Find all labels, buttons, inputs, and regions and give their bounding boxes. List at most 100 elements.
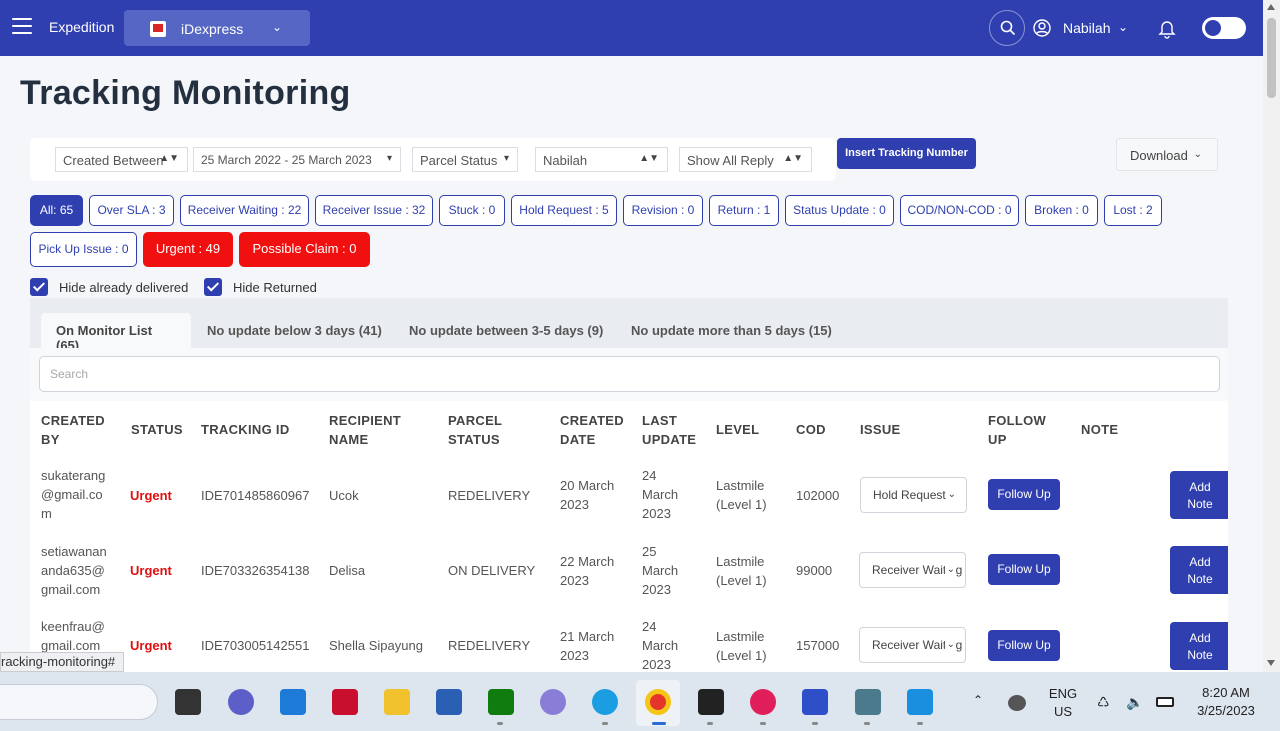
add-note-button[interactable]: Add Note [1170,471,1228,519]
hide-delivered-checkbox[interactable] [30,278,48,296]
chip-all[interactable]: All: 65 [30,195,83,226]
lang-text: ENG [1048,686,1078,701]
bell-icon[interactable] [1158,19,1176,39]
courier-select[interactable]: iDexpress ⌄ [124,10,310,46]
chip-possible-claim[interactable]: Possible Claim : 0 [239,232,370,267]
cell-parcel-status: REDELIVERY [448,488,531,503]
header-text: DATE [560,432,596,447]
col-level[interactable]: LEVEL [716,420,759,439]
task-view-icon[interactable] [175,689,201,715]
theme-toggle[interactable] [1202,17,1246,39]
scroll-thumb[interactable] [1267,18,1276,98]
insert-tracking-number-button[interactable]: Insert Tracking Number [837,138,976,169]
edge-browser-icon[interactable] [592,689,618,715]
cell-created-date: 21 March 2023 [560,627,614,665]
cell-text: 2023 [642,657,671,672]
date-range-picker[interactable]: 25 March 2022 - 25 March 2023 ▾ [193,147,401,172]
issue-select[interactable]: Receiver Waiting ⌄ [859,627,966,663]
hamburger-menu-icon[interactable] [12,18,32,34]
add-note-button[interactable]: Add Note [1170,622,1228,670]
reply-filter-select[interactable]: Show All Reply ▲▼ [679,147,812,172]
chip-return[interactable]: Return : 1 [709,195,779,226]
slack-icon[interactable] [750,689,776,715]
chip-lost[interactable]: Lost : 2 [1104,195,1162,226]
microsoft-store-icon[interactable] [436,689,462,715]
chip-hold-request[interactable]: Hold Request : 5 [511,195,617,226]
onedrive-error-icon[interactable] [1008,695,1026,711]
volume-icon[interactable]: 🔈 [1126,693,1143,711]
mcafee-icon[interactable] [332,689,358,715]
taskbar-search-box[interactable] [0,684,158,720]
chip-urgent[interactable]: Urgent : 49 [143,232,233,267]
wifi-icon[interactable]: ♺ [1097,693,1110,711]
chip-receiver-waiting[interactable]: Receiver Waiting : 22 [180,195,309,226]
chevron-down-icon[interactable]: ⌄ [1118,20,1128,34]
voice-app-icon[interactable] [540,689,566,715]
follow-up-button[interactable]: Follow Up [988,554,1060,585]
button-text: Add [1189,631,1211,645]
cell-level: Lastmile (Level 1) [716,476,767,514]
scroll-up-arrow-icon[interactable] [1267,4,1275,10]
col-status[interactable]: STATUS [131,420,183,439]
col-created-by[interactable]: CREATED BY [41,411,105,449]
col-note[interactable]: NOTE [1081,420,1118,439]
issue-select[interactable]: Hold Request ⌄ [860,477,967,513]
search-button[interactable] [989,10,1025,46]
scroll-down-arrow-icon[interactable] [1267,660,1275,666]
cell-tracking-id[interactable]: IDE701485860967 [201,486,309,505]
col-parcel-status[interactable]: PARCEL STATUS [448,411,502,449]
chip-broken[interactable]: Broken : 0 [1025,195,1098,226]
wps-office-icon[interactable] [802,689,828,715]
chip-stuck[interactable]: Stuck : 0 [439,195,505,226]
notepad-icon[interactable] [907,689,933,715]
col-issue[interactable]: ISSUE [860,420,901,439]
issue-select[interactable]: Receiver Waiting ⌄ [859,552,966,588]
cell-text: setiawanan [41,544,107,559]
created-between-select[interactable]: Created Between ▲▼ [55,147,188,172]
user-filter-select[interactable]: Nabilah ▲▼ [535,147,668,172]
tab-no-update-3-5[interactable]: No update between 3-5 days (9) [409,323,603,338]
running-indicator [864,722,870,725]
battery-icon[interactable] [1156,697,1174,707]
chip-revision[interactable]: Revision : 0 [623,195,703,226]
search-input[interactable]: Search [39,356,1220,392]
follow-up-button[interactable]: Follow Up [988,630,1060,661]
chevron-down-icon: ⌄ [1193,149,1202,160]
launcher-l-icon[interactable] [280,689,306,715]
cell-tracking-id[interactable]: IDE703005142551 [201,636,309,655]
add-note-button[interactable]: Add Note [1170,546,1228,594]
tab-on-monitor-list[interactable]: On Monitor List (65) [41,313,191,353]
show-hidden-icons-chevron-icon[interactable]: ⌃ [973,693,983,707]
chip-status-update[interactable]: Status Update : 0 [785,195,894,226]
chrome-browser-icon[interactable] [645,689,671,715]
language-indicator[interactable]: ENG US [1047,685,1079,721]
hide-returned-checkbox[interactable] [204,278,222,296]
col-last-update[interactable]: LAST UPDATE [642,411,696,449]
clock[interactable]: 8:20 AM 3/25/2023 [1190,684,1262,720]
col-recipient-name[interactable]: RECIPIENT NAME [329,411,401,449]
cell-created-date: 20 March 2023 [560,476,614,514]
cell-tracking-id[interactable]: IDE703326354138 [201,561,309,580]
chip-cod-non-cod[interactable]: COD/NON-COD : 0 [900,195,1019,226]
sticky-notes-icon[interactable] [698,689,724,715]
file-explorer-icon[interactable] [384,689,410,715]
xbox-icon[interactable] [488,689,514,715]
user-name[interactable]: Nabilah [1063,20,1110,36]
chip-pick-up-issue[interactable]: Pick Up Issue : 0 [30,232,137,267]
col-created-date[interactable]: CREATED DATE [560,411,624,449]
page-scrollbar[interactable] [1263,0,1280,672]
teams-chat-icon[interactable] [228,689,254,715]
filter-panel: Created Between ▲▼ 25 March 2022 - 25 Mar… [30,138,836,181]
col-follow-up[interactable]: FOLLOW UP [988,411,1046,449]
chip-over-sla[interactable]: Over SLA : 3 [89,195,174,226]
parcel-status-select[interactable]: Parcel Status ▾ [412,147,518,172]
keyboard-app-icon[interactable] [855,689,881,715]
follow-up-button[interactable]: Follow Up [988,479,1060,510]
col-cod[interactable]: COD [796,420,826,439]
col-tracking-id[interactable]: TRACKING ID [201,420,290,439]
download-button[interactable]: Download ⌄ [1116,138,1218,171]
tab-no-update-below-3[interactable]: No update below 3 days (41) [207,323,382,338]
tab-no-update-more-5[interactable]: No update more than 5 days (15) [631,323,832,338]
chip-receiver-issue[interactable]: Receiver Issue : 32 [315,195,433,226]
user-icon[interactable] [1033,19,1051,37]
